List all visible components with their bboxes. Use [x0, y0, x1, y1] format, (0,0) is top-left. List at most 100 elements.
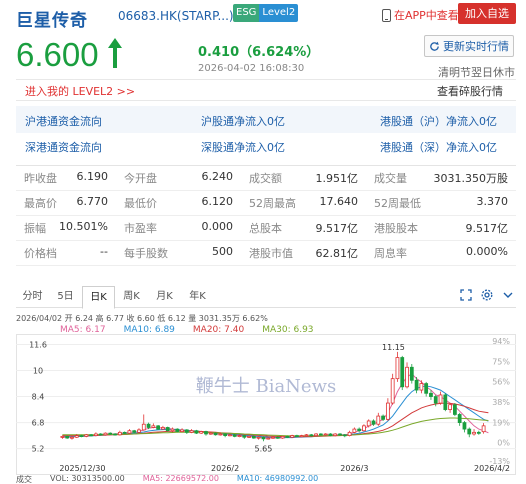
sz-northbound-inflow[interactable]: 深股通净流入0亿 — [201, 139, 285, 155]
update-time: 2026-04-02 16:08:30 — [198, 63, 305, 74]
candle-body — [318, 433, 323, 436]
chart-tab[interactable]: 日K — [82, 286, 115, 309]
stat-value: 6.240 — [201, 170, 234, 183]
candle-body — [98, 433, 103, 436]
sh-southbound-inflow[interactable]: 港股通（沪）净流入0亿 — [380, 113, 497, 129]
stats-row: 振幅 10.501% 市盈率 0.000 总股本 9.517亿 港股股本 9.517亿 — [16, 216, 516, 241]
high-annotation: 11.15 — [382, 343, 405, 352]
odd-lot-quotes-link[interactable]: 查看碎股行情 — [437, 83, 503, 99]
app-link-label: 在APP中查看 — [394, 9, 459, 22]
candle-body — [60, 436, 65, 438]
chart-period-tabs: 分时 5日 日K 周K 月K 年K — [16, 286, 516, 309]
stat-cell: 成交额 1.951亿 — [241, 170, 366, 186]
candle-body — [113, 433, 117, 436]
refresh-quote-button[interactable]: 更新实时行情 — [424, 35, 514, 57]
settings-icon[interactable] — [481, 289, 493, 301]
stat-label: 今开盘 — [124, 172, 157, 185]
x-tick-label: 2026/4/2 — [474, 464, 510, 473]
candle-body — [453, 404, 457, 415]
candle-body — [89, 434, 93, 437]
ma-line-ma20 — [62, 402, 489, 438]
add-to-watchlist-button[interactable]: 加入自选 — [458, 3, 516, 24]
chart-tab[interactable]: 分时 — [16, 286, 49, 307]
stat-label: 最低价 — [124, 197, 157, 210]
chart-tab[interactable]: 月K — [148, 286, 181, 307]
sz-connect-flow-link[interactable]: 深港通资金流向 — [25, 139, 102, 155]
candle-body — [405, 366, 409, 388]
candle-body — [247, 436, 251, 438]
sz-southbound-inflow[interactable]: 港股通（深）净流入0亿 — [380, 139, 497, 155]
candle-body — [280, 436, 285, 439]
candle-body — [242, 435, 247, 438]
chart-tab[interactable]: 5日 — [49, 286, 82, 307]
candle-body — [304, 434, 309, 437]
candle-body — [70, 436, 74, 439]
candle-body — [266, 437, 271, 440]
stat-cell: 52周最低 3.370 — [366, 195, 516, 211]
stat-value: 9.517亿 — [315, 222, 359, 235]
stat-cell: 昨收盘 6.190 — [16, 170, 116, 186]
volume-ma10: MA10: 46980992.00 — [236, 474, 319, 483]
pct-tick-label: 75% — [492, 357, 510, 366]
chart-toolbar — [460, 289, 514, 301]
candle-body — [429, 392, 433, 397]
candle-body — [184, 429, 189, 433]
candle-body — [395, 357, 400, 380]
candle-body — [457, 414, 462, 423]
price-change: 0.410（6.624%） — [198, 45, 320, 60]
x-tick-label: 2026/2 — [211, 464, 239, 473]
open-in-app-link[interactable]: 在APP中查看 — [382, 7, 459, 23]
stat-value: 9.517亿 — [465, 222, 509, 235]
stat-label: 52周最高 — [249, 197, 296, 210]
stat-value: 17.640 — [319, 195, 359, 208]
candle-body — [414, 379, 419, 391]
kline-chart[interactable]: 11.6108.46.85.294%75%56%38%19%0%-13%鞭牛士 … — [16, 334, 516, 476]
chevron-down-icon[interactable] — [502, 289, 514, 301]
stat-label: 振幅 — [24, 222, 46, 235]
candle-body — [151, 425, 156, 428]
candle-body — [218, 433, 223, 436]
level2-link[interactable]: 进入我的 LEVEL2 >> — [25, 83, 135, 99]
candle-body — [261, 436, 266, 440]
candle-body — [347, 431, 352, 436]
candle-body — [285, 436, 290, 438]
candle-body — [438, 394, 443, 404]
candle-body — [371, 420, 376, 425]
candle-body — [409, 366, 414, 381]
candle-body — [256, 436, 261, 439]
stat-label: 周息率 — [374, 247, 407, 260]
candle-body — [199, 431, 204, 434]
esg-level2-badge[interactable]: ESG Level2 — [233, 4, 299, 22]
candle-body — [448, 404, 452, 410]
refresh-label: 更新实时行情 — [443, 40, 509, 53]
candle-body — [462, 422, 467, 430]
stat-cell: 港股股本 9.517亿 — [366, 220, 516, 236]
candle-body — [94, 433, 98, 437]
candle-body — [170, 428, 175, 432]
x-tick-label: 2026/3 — [340, 464, 368, 473]
candle-body — [161, 427, 165, 430]
candle-body — [385, 402, 390, 420]
volume-legend: 成交 VOL: 30313500.00 MA5: 22669572.00 MA1… — [16, 474, 319, 484]
stat-cell: 总股本 9.517亿 — [241, 220, 366, 236]
candle-body — [338, 433, 342, 436]
candle-body — [362, 425, 366, 432]
candle-body — [328, 433, 333, 437]
fullscreen-icon[interactable] — [460, 289, 472, 301]
chart-tab[interactable]: 年K — [181, 286, 214, 307]
sh-connect-flow-link[interactable]: 沪港通资金流向 — [25, 113, 102, 129]
candle-body — [189, 430, 194, 433]
stat-value: 6.770 — [76, 195, 109, 208]
candle-body — [132, 430, 137, 433]
pct-tick-label: 0% — [497, 439, 510, 448]
candle-body — [357, 428, 362, 432]
candle-body — [271, 436, 275, 439]
y-tick-label: 10 — [33, 367, 43, 376]
shanghai-connect-row: 沪港通资金流向 沪股通净流入0亿 港股通（沪）净流入0亿 — [16, 106, 516, 133]
sh-northbound-inflow[interactable]: 沪股通净流入0亿 — [201, 113, 285, 129]
stat-value: 500 — [212, 245, 233, 258]
candle-body — [309, 434, 314, 437]
chart-tab[interactable]: 周K — [115, 286, 148, 307]
candle-body — [65, 436, 70, 439]
stat-cell: 52周最高 17.640 — [241, 195, 366, 211]
